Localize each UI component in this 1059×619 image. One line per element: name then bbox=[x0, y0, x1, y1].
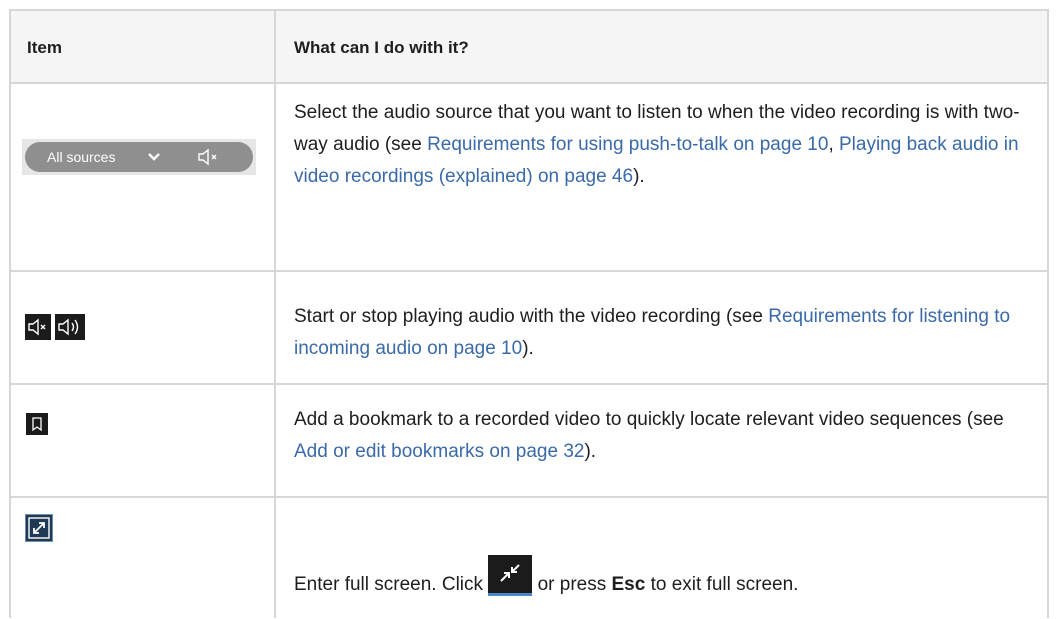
table-row: Start or stop playing audio with the vid… bbox=[9, 272, 1049, 385]
link-bookmarks[interactable]: Add or edit bookmarks on page 32 bbox=[294, 441, 584, 462]
audio-source-selector[interactable]: All sources bbox=[22, 139, 256, 175]
description-text: Start or stop playing audio with the vid… bbox=[294, 306, 1011, 359]
item-cell bbox=[11, 498, 274, 618]
speaker-icon[interactable] bbox=[55, 314, 85, 340]
description-text: Select the audio source that you want to… bbox=[294, 102, 1020, 187]
header-description: What can I do with it? bbox=[294, 38, 469, 57]
fullscreen-icon[interactable] bbox=[25, 514, 53, 542]
speaker-muted-icon bbox=[198, 148, 217, 166]
link-push-to-talk[interactable]: Requirements for using push-to-talk on p… bbox=[427, 134, 828, 155]
table-header-row: Item What can I do with it? bbox=[9, 9, 1049, 84]
table-row: All sources Select the audio source that… bbox=[9, 84, 1049, 272]
item-cell bbox=[11, 272, 274, 383]
column-divider bbox=[274, 272, 276, 383]
mute-icon[interactable] bbox=[25, 314, 51, 340]
table-row: Add a bookmark to a recorded video to qu… bbox=[9, 385, 1049, 498]
column-divider bbox=[274, 498, 276, 618]
description-text: Add a bookmark to a recorded video to qu… bbox=[294, 409, 1004, 462]
audio-source-label: All sources bbox=[47, 149, 116, 165]
column-divider bbox=[274, 84, 276, 270]
esc-key: Esc bbox=[611, 574, 646, 595]
description-text: Enter full screen. Click or press Esc to… bbox=[294, 555, 1027, 601]
chevron-down-icon bbox=[148, 153, 160, 161]
column-divider bbox=[274, 385, 276, 496]
column-divider bbox=[274, 11, 276, 82]
item-cell bbox=[11, 385, 274, 496]
table-row: Enter full screen. Click or press Esc to… bbox=[9, 498, 1049, 618]
bookmark-icon[interactable] bbox=[26, 413, 48, 435]
feature-table: Item What can I do with it? All sources bbox=[9, 9, 1049, 618]
audio-source-pill: All sources bbox=[25, 142, 253, 172]
header-item: Item bbox=[27, 38, 62, 57]
item-cell: All sources bbox=[11, 84, 274, 270]
exit-fullscreen-icon[interactable] bbox=[488, 555, 533, 596]
